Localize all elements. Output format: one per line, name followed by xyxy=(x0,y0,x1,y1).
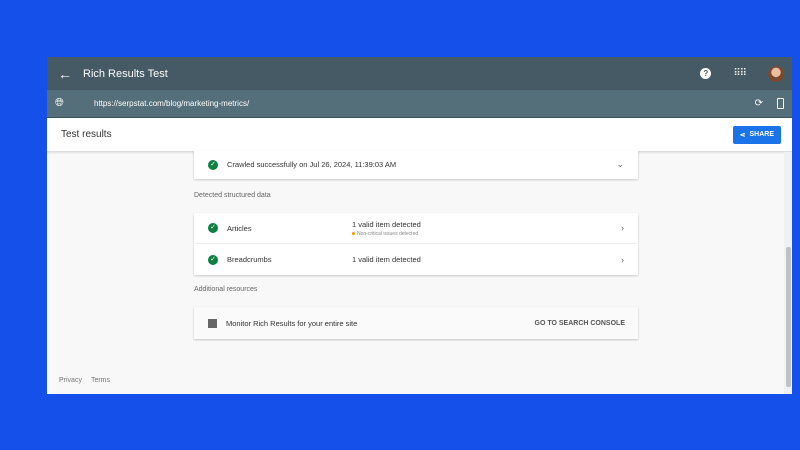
item-note: Non-critical issues detected xyxy=(357,230,419,237)
app-title: Rich Results Test xyxy=(83,67,168,80)
chevron-down-icon[interactable]: ⌄ xyxy=(616,159,624,170)
apps-grid-icon[interactable]: ⠿⠿ xyxy=(733,68,747,79)
item-status: 1 valid item detected xyxy=(352,219,421,229)
privacy-link[interactable]: Privacy xyxy=(59,377,82,384)
results-toolbar: Test results ⋖ SHARE xyxy=(47,118,792,152)
list-item-breadcrumbs[interactable]: ✓ Breadcrumbs 1 valid item detected › xyxy=(194,244,638,275)
crawl-card[interactable]: ✓ Crawled successfully on Jul 26, 2024, … xyxy=(194,150,638,179)
url-bar: 🌐︎ https://serpstat.com/blog/marketing-m… xyxy=(47,90,792,118)
app-header: ← Rich Results Test ? ⠿⠿ xyxy=(47,57,792,90)
refresh-icon[interactable]: ⟳ xyxy=(755,98,763,109)
list-item-articles[interactable]: ✓ Articles 1 valid item detected Non-cri… xyxy=(194,213,638,244)
resources-card: Monitor Rich Results for your entire sit… xyxy=(194,307,638,339)
footer: Privacy Terms xyxy=(59,377,110,384)
crawl-status: Crawled successfully on Jul 26, 2024, 11… xyxy=(227,160,397,169)
check-circle-icon: ✓ xyxy=(208,254,218,265)
check-circle-icon: ✓ xyxy=(208,223,218,233)
additional-resources-label: Additional resources xyxy=(194,286,258,293)
results-content: ✓ Crawled successfully on Jul 26, 2024, … xyxy=(47,150,792,394)
chevron-right-icon: › xyxy=(621,254,624,265)
scrollbar-thumb[interactable] xyxy=(786,247,791,387)
mobile-device-icon[interactable] xyxy=(777,98,784,109)
help-icon[interactable]: ? xyxy=(700,68,712,79)
check-circle-icon: ✓ xyxy=(208,159,218,170)
terms-link[interactable]: Terms xyxy=(91,377,110,384)
go-to-search-console-button[interactable]: GO TO SEARCH CONSOLE xyxy=(535,320,626,327)
item-status: 1 valid item detected xyxy=(352,255,421,264)
item-name: Breadcrumbs xyxy=(227,255,272,264)
bar-chart-icon xyxy=(208,318,217,328)
item-name: Articles xyxy=(227,223,252,233)
url-field[interactable]: https://serpstat.com/blog/marketing-metr… xyxy=(94,99,249,108)
globe-icon: 🌐︎ xyxy=(55,97,64,109)
scrollbar[interactable] xyxy=(784,152,792,394)
share-label: SHARE xyxy=(749,131,774,138)
structured-data-card: ✓ Articles 1 valid item detected Non-cri… xyxy=(194,213,638,275)
browser-window: ← Rich Results Test ? ⠿⠿ 🌐︎ https://serp… xyxy=(47,57,792,394)
back-arrow-icon[interactable]: ← xyxy=(47,66,83,82)
structured-data-label: Detected structured data xyxy=(194,192,271,199)
chevron-right-icon: › xyxy=(621,223,624,233)
resource-text: Monitor Rich Results for your entire sit… xyxy=(226,318,358,328)
share-button[interactable]: ⋖ SHARE xyxy=(732,125,781,144)
page-title: Test results xyxy=(61,129,112,140)
share-icon: ⋖ xyxy=(739,131,746,139)
avatar[interactable] xyxy=(768,65,784,82)
warning-dot-icon xyxy=(352,231,355,235)
